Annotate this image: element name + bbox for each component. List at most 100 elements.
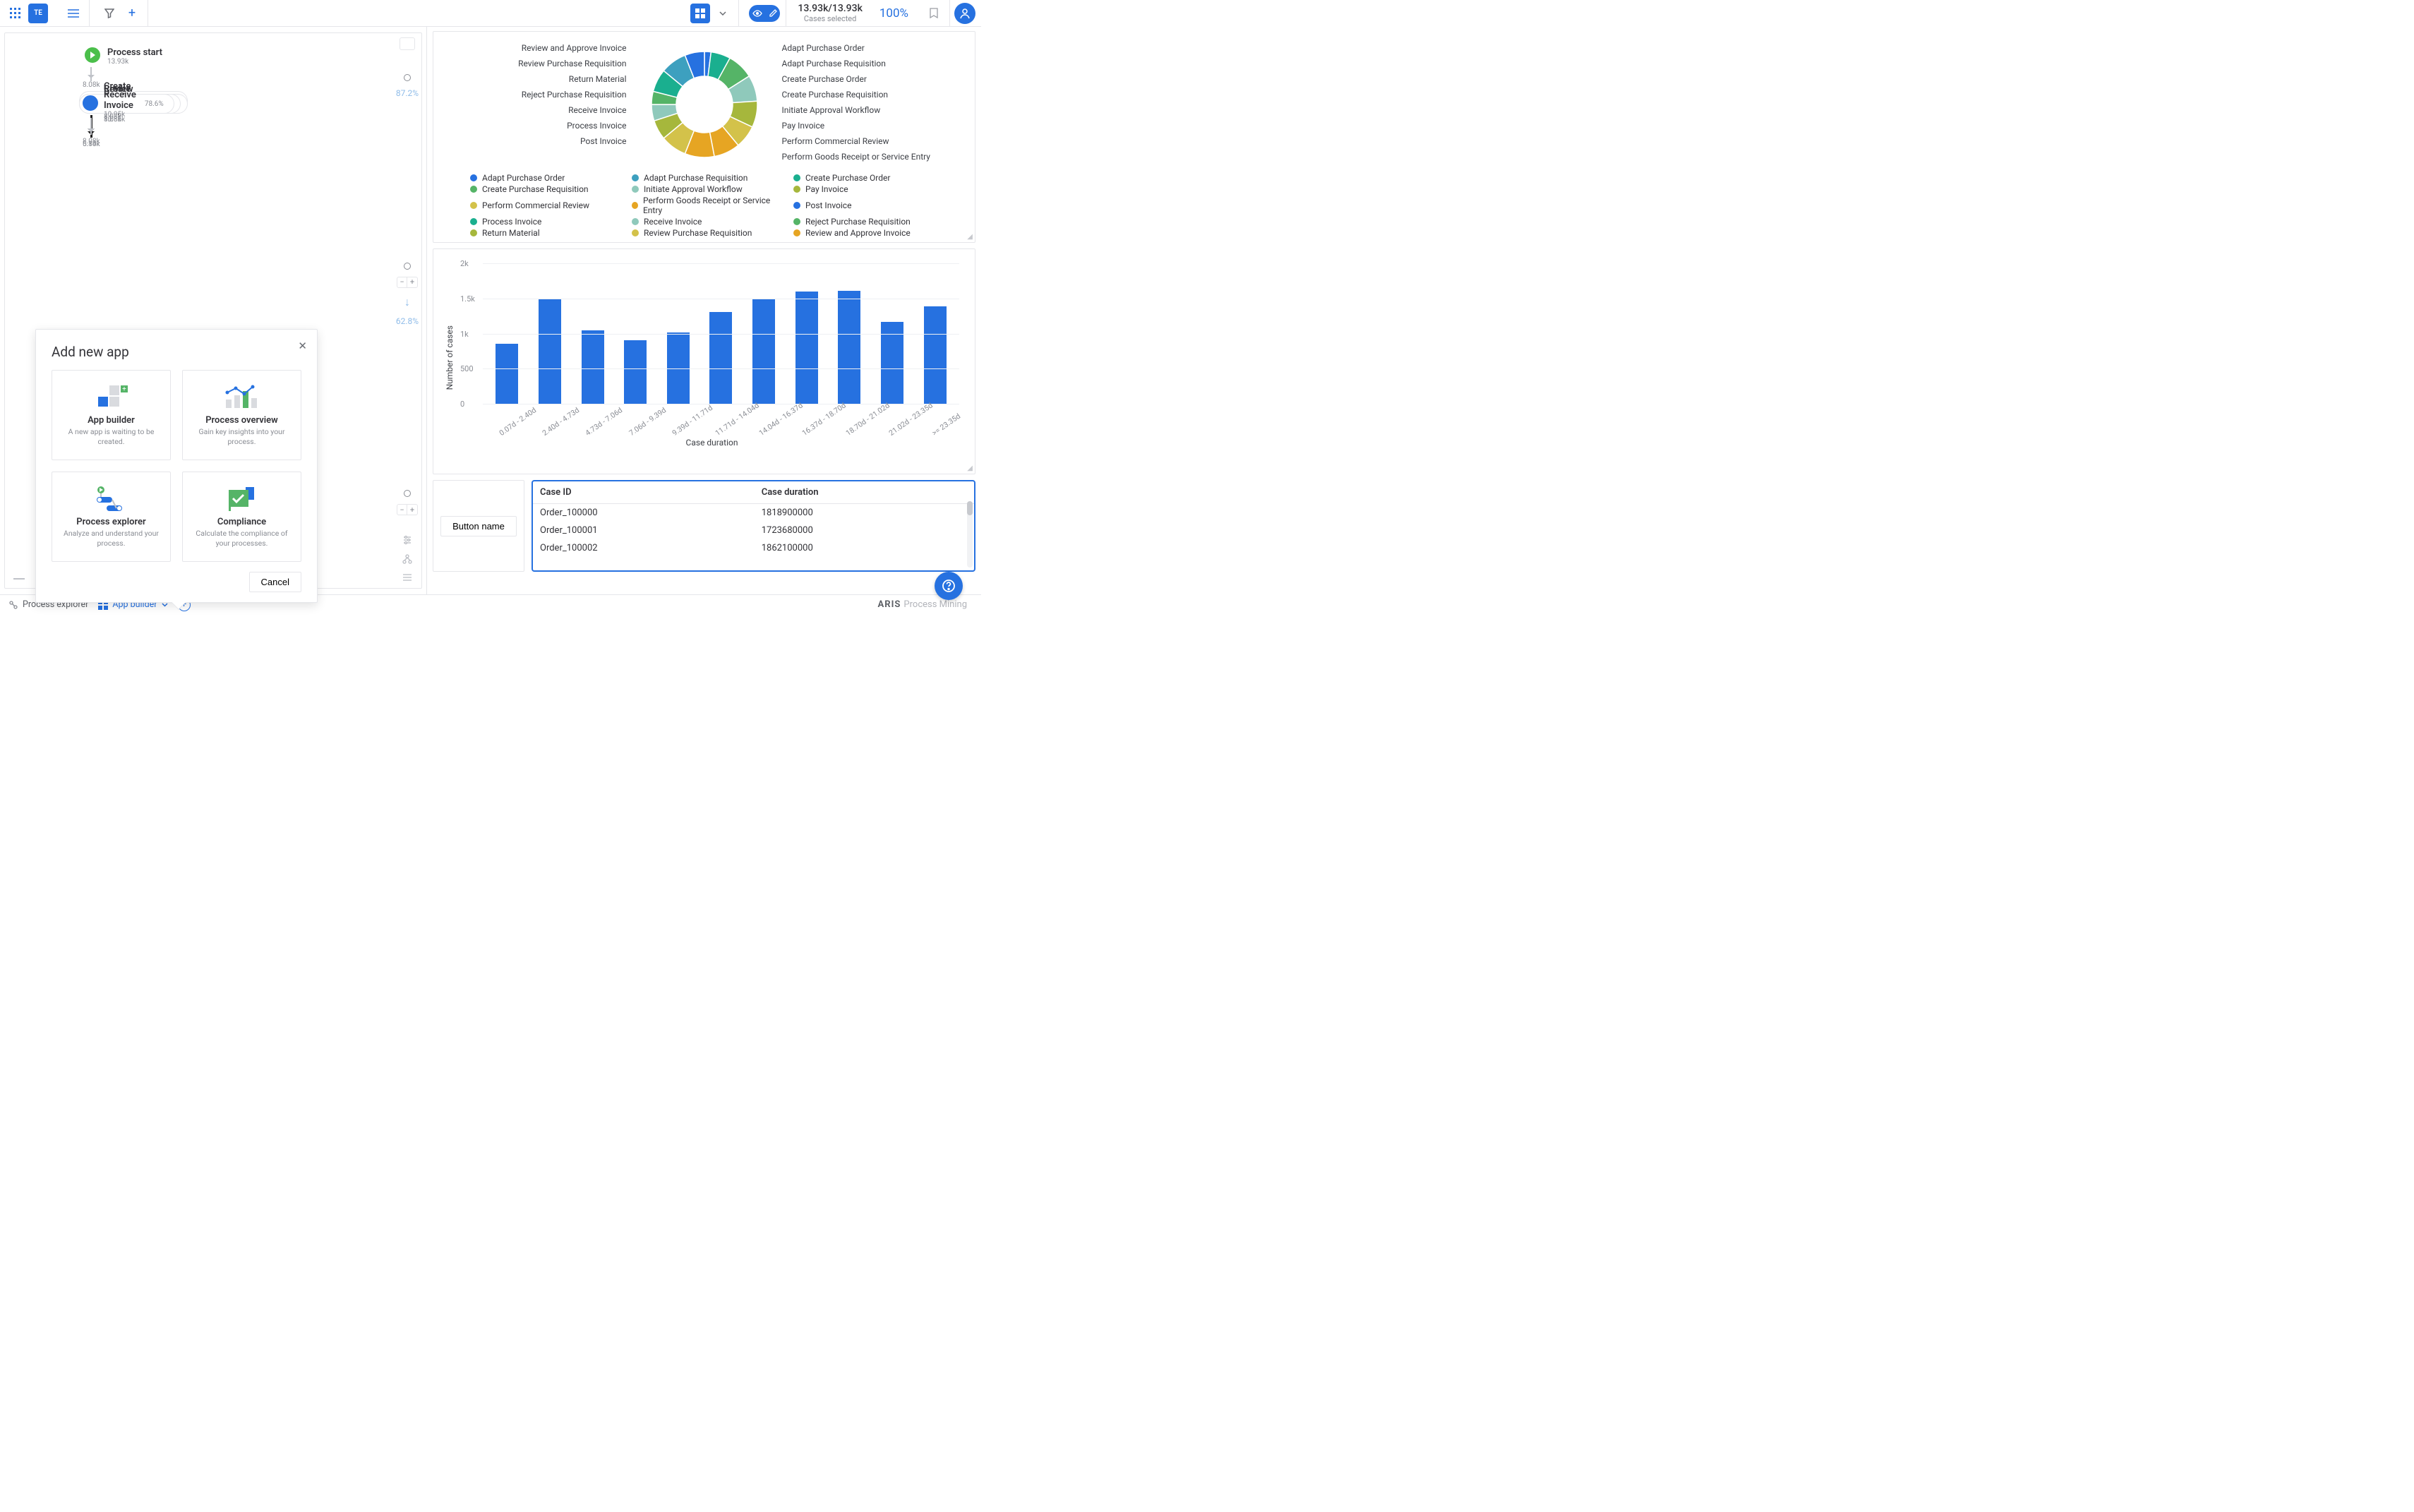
node-dot-icon[interactable]: [404, 490, 411, 497]
top-bar: TE + 13.93k/13.93k Cases selected 100%: [0, 0, 981, 27]
legend-item[interactable]: Pay Invoice: [793, 184, 938, 194]
card-process-overview[interactable]: Process overview Gain key insights into …: [182, 370, 301, 460]
donut-label: Return Material: [569, 74, 627, 84]
bookmark-icon[interactable]: [924, 4, 944, 23]
legend-item[interactable]: Adapt Purchase Order: [470, 173, 615, 183]
te-tile[interactable]: TE: [28, 4, 48, 23]
legend-item[interactable]: Create Purchase Requisition: [470, 184, 615, 194]
fit-icon[interactable]: [400, 37, 415, 50]
zoom-controls[interactable]: −+: [397, 504, 418, 515]
help-fab[interactable]: [935, 572, 963, 600]
donut-label: Initiate Approval Workflow: [782, 105, 881, 115]
x-tick-label: 0.07d - 2.40d: [497, 417, 521, 438]
node-dot-icon[interactable]: [404, 263, 411, 270]
card-app-builder[interactable]: + App builder A new app is waiting to be…: [52, 370, 171, 460]
donut-label: Perform Goods Receipt or Service Entry: [782, 152, 930, 162]
col-case-duration[interactable]: Case duration: [755, 481, 974, 504]
visibility-toggle[interactable]: [749, 5, 780, 22]
resize-handle-icon[interactable]: ◢: [967, 464, 973, 472]
legend-item[interactable]: Adapt Purchase Requisition: [632, 173, 776, 183]
bar[interactable]: [496, 344, 518, 404]
generic-button[interactable]: Button name: [440, 516, 517, 536]
x-tick-label: 7.06d - 9.39d: [627, 417, 651, 438]
add-filter-icon[interactable]: +: [122, 4, 142, 23]
legend-item[interactable]: Review Purchase Requisition: [632, 228, 776, 238]
x-axis-label: Case duration: [457, 438, 966, 448]
legend-item[interactable]: Perform Goods Receipt or Service Entry: [632, 196, 776, 215]
main-area: Process start 13.93k 8.08k Create Purcha…: [0, 27, 981, 594]
bar[interactable]: [624, 340, 647, 404]
cancel-button[interactable]: Cancel: [249, 572, 301, 592]
arrow-down-icon[interactable]: ↓: [404, 295, 410, 309]
hierarchy-icon[interactable]: [402, 554, 412, 566]
bar[interactable]: [924, 306, 947, 404]
card-process-explorer[interactable]: Process explorer Analyze and understand …: [52, 472, 171, 562]
donut-chart[interactable]: Adapt Purchase Order Adapt Purchase Requi…: [442, 37, 966, 172]
settings-icon[interactable]: [402, 535, 412, 547]
x-tick-label: 14.04d - 16.37d: [757, 417, 781, 438]
y-axis-label: Number of cases: [442, 325, 457, 390]
user-avatar[interactable]: [954, 3, 975, 24]
legend-item[interactable]: Process Invoice: [470, 217, 615, 227]
node-dot-icon[interactable]: [404, 74, 411, 81]
legend-item[interactable]: Return Material: [470, 228, 615, 238]
scrollbar[interactable]: [967, 501, 973, 568]
list-icon[interactable]: [402, 573, 412, 584]
donut-label: Review and Approve Invoice: [522, 43, 627, 53]
legend-item[interactable]: Post Invoice: [793, 196, 938, 215]
donut-label: Pay Invoice: [782, 121, 825, 131]
legend-item[interactable]: Perform Commercial Review: [470, 196, 615, 215]
x-tick-label: 9.39d - 11.71d: [671, 417, 695, 438]
donut-label: Receive Invoice: [568, 105, 626, 115]
gridline: 500: [483, 368, 959, 369]
node-start[interactable]: Process start 13.93k 8.08k: [107, 47, 162, 66]
bar[interactable]: [539, 299, 561, 404]
collapse-icon[interactable]: [13, 578, 25, 580]
apps-grid-icon[interactable]: [6, 4, 25, 23]
cases-table[interactable]: Case ID Case duration Order_100000181890…: [532, 480, 975, 572]
layout-icon[interactable]: [690, 4, 710, 23]
bar[interactable]: [709, 312, 732, 404]
x-tick-label: >= 23.35d: [930, 417, 954, 438]
table-row[interactable]: Order_1000021862100000: [533, 539, 974, 557]
resize-handle-icon[interactable]: ◢: [967, 233, 973, 241]
filter-icon[interactable]: [100, 4, 119, 23]
donut-label: Perform Commercial Review: [782, 136, 889, 146]
play-icon: [85, 47, 100, 63]
legend-item[interactable]: Receive Invoice: [632, 217, 776, 227]
x-tick-label: 16.37d - 18.70d: [800, 417, 824, 438]
right-pane: Adapt Purchase Order Adapt Purchase Requi…: [427, 27, 981, 594]
bar[interactable]: [667, 332, 690, 404]
legend-item[interactable]: Create Purchase Order: [793, 173, 938, 183]
close-icon[interactable]: ✕: [298, 340, 307, 352]
bar[interactable]: [582, 330, 604, 404]
gridline: 1k: [483, 334, 959, 335]
menu-icon[interactable]: [64, 4, 83, 23]
col-case-id[interactable]: Case ID: [533, 481, 755, 504]
bar[interactable]: [795, 292, 818, 404]
chevron-down-icon[interactable]: [713, 4, 733, 23]
bar[interactable]: [838, 291, 860, 404]
donut-label: Post Invoice: [580, 136, 626, 146]
left-pane: Process start 13.93k 8.08k Create Purcha…: [0, 27, 427, 594]
legend-item[interactable]: Review and Approve Invoice: [793, 228, 938, 238]
modal-title: Add new app: [52, 344, 301, 360]
legend-item[interactable]: Reject Purchase Requisition: [793, 217, 938, 227]
x-tick-label: 18.70d - 21.02d: [843, 417, 867, 438]
table-row[interactable]: Order_1000011723680000: [533, 522, 974, 539]
table-row[interactable]: Order_1000001818900000: [533, 504, 974, 522]
zoom-controls[interactable]: −+: [397, 277, 418, 288]
svg-text:+: +: [122, 385, 126, 393]
donut-label: Adapt Purchase Order: [782, 43, 865, 53]
brand-label: ARISProcess Mining: [878, 599, 967, 610]
legend-item[interactable]: Initiate Approval Workflow: [632, 184, 776, 194]
bar[interactable]: [752, 299, 775, 404]
cases-percent: 100%: [874, 6, 914, 20]
donut-label: Adapt Purchase Requisition: [782, 59, 886, 68]
x-tick-label: 4.73d - 7.06d: [584, 417, 608, 438]
side-pct-2: 62.8%: [396, 316, 419, 326]
bar-chart[interactable]: 05001k1.5k2k: [483, 263, 959, 404]
card-compliance[interactable]: Compliance Calculate the compliance of y…: [182, 472, 301, 562]
donut-label: Review Purchase Requisition: [518, 59, 626, 68]
donut-label: Create Purchase Order: [782, 74, 867, 84]
